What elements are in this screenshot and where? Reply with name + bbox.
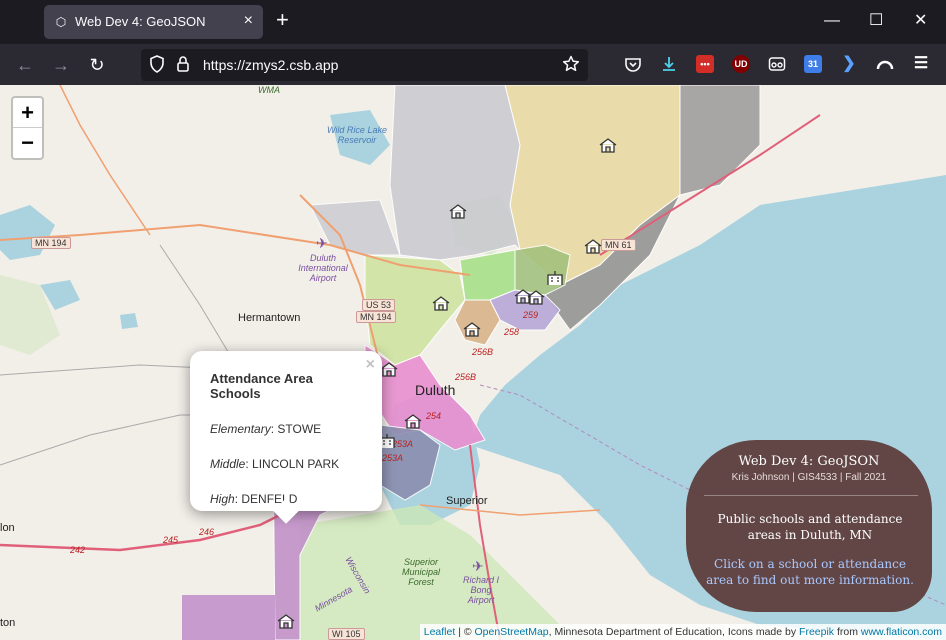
map-label-left-edge: ton xyxy=(0,617,16,629)
tab-bar: ⬡ Web Dev 4: GeoJSON × + — ☐ ✕ xyxy=(0,0,946,44)
highway-shield: WI 105 xyxy=(328,628,365,640)
popup-value: : LINCOLN PARK xyxy=(245,457,340,471)
url-bar[interactable]: https://zmys2.csb.app xyxy=(141,49,588,81)
menu-icon[interactable]: ☰ xyxy=(912,55,930,73)
reload-button[interactable]: ↻ xyxy=(85,53,109,77)
pocket-icon[interactable] xyxy=(624,55,642,73)
school-marker-icon[interactable] xyxy=(404,413,422,429)
zoom-out-button[interactable]: − xyxy=(13,128,42,158)
small-lake xyxy=(0,205,55,260)
highway-shield: MN 194 xyxy=(356,311,396,323)
airport-icon: ✈ xyxy=(316,235,328,251)
openstreetmap-link[interactable]: OpenStreetMap xyxy=(475,626,549,638)
extension-ublock-icon[interactable]: UD xyxy=(732,55,750,73)
map-label-wma: WMA xyxy=(258,85,280,95)
freepik-link[interactable]: Freepik xyxy=(799,626,834,638)
extension-lastpass-icon[interactable]: ••• xyxy=(696,55,714,73)
back-button[interactable]: ← xyxy=(13,53,37,77)
map-label-superior-forest: Superior Municipal Forest xyxy=(401,557,441,587)
info-instructions: Click on a school or attendance area to … xyxy=(706,557,914,587)
road xyxy=(159,244,231,356)
flaticon-link[interactable]: www.flaticon.com xyxy=(861,626,942,638)
road-label: 254 xyxy=(426,411,442,421)
highway-shield: MN 194 xyxy=(31,237,71,249)
road-label: 242 xyxy=(70,545,86,555)
road-label: 256B xyxy=(455,372,477,382)
road-label: 246 xyxy=(199,527,215,537)
map-label-hermantown: Hermantown xyxy=(238,312,301,324)
map-label-left-edge: lon xyxy=(0,522,15,534)
arrow-extension-icon[interactable]: ❯ xyxy=(840,55,858,73)
maximize-button[interactable]: ☐ xyxy=(869,12,883,30)
school-marker-icon[interactable] xyxy=(277,613,295,629)
browser-tab[interactable]: ⬡ Web Dev 4: GeoJSON × xyxy=(44,5,263,39)
road-label: 259 xyxy=(523,310,539,320)
airport-icon: ✈ xyxy=(472,558,484,574)
map-label-duluth: Duluth xyxy=(415,382,456,398)
popup-row-middle: Middle: LINCOLN PARK xyxy=(210,457,362,471)
school-marker-icon[interactable] xyxy=(599,137,617,153)
attribution-text: | © xyxy=(455,626,475,638)
close-window-button[interactable]: ✕ xyxy=(914,12,927,30)
school-marker-icon[interactable] xyxy=(546,270,564,286)
attendance-area-gray xyxy=(389,85,521,261)
popup-title: Attendance Area Schools xyxy=(210,371,313,401)
school-marker-icon[interactable] xyxy=(463,321,481,337)
account-icon[interactable] xyxy=(876,55,894,73)
small-lake xyxy=(120,313,138,329)
extension-glasses-icon[interactable] xyxy=(768,55,786,73)
tab-close-button[interactable]: × xyxy=(244,12,253,30)
attendance-area-mauve xyxy=(182,595,275,640)
popup-close-button[interactable]: × xyxy=(366,356,375,374)
road xyxy=(59,85,151,236)
forest-area xyxy=(300,505,600,640)
shield-icon[interactable] xyxy=(147,55,167,75)
info-subtitle: Kris Johnson | GIS4533 | Fall 2021 xyxy=(731,472,887,483)
popup-key: High xyxy=(210,492,235,506)
download-icon[interactable] xyxy=(660,55,678,73)
school-marker-icon[interactable] xyxy=(527,289,545,305)
attendance-popup: × Attendance Area Schools Elementary: ST… xyxy=(190,351,382,524)
leaflet-link[interactable]: Leaflet xyxy=(424,626,456,638)
map-label-duluth-airport: Duluth International Airport xyxy=(298,253,348,283)
road-label: 256B xyxy=(472,347,494,357)
school-marker-icon[interactable] xyxy=(432,295,450,311)
calendar-icon[interactable]: 31 xyxy=(804,55,822,73)
school-marker-icon[interactable] xyxy=(380,361,398,377)
popup-row-elementary: Elementary: STOWE xyxy=(210,422,362,436)
lock-icon[interactable] xyxy=(173,55,193,75)
zoom-in-button[interactable]: + xyxy=(13,98,42,128)
road-label: 253A xyxy=(382,453,404,463)
attribution-text: from xyxy=(834,626,861,638)
zoom-control: + − xyxy=(11,96,44,160)
tab-title: Web Dev 4: GeoJSON xyxy=(75,14,206,29)
url-text: https://zmys2.csb.app xyxy=(203,57,339,73)
map-label-superior: Superior xyxy=(446,495,488,507)
road-label: 245 xyxy=(163,535,179,545)
school-marker-icon[interactable] xyxy=(449,203,467,219)
leaflet-map[interactable]: WMA Wild Rice Lake Reservoir Duluth Inte… xyxy=(0,85,946,640)
road-label: 258 xyxy=(504,327,520,337)
info-divider xyxy=(704,495,918,496)
popup-value: : STOWE xyxy=(270,422,322,436)
school-marker-icon[interactable] xyxy=(584,238,602,254)
forward-button[interactable]: → xyxy=(49,53,73,77)
highway-shield: MN 61 xyxy=(601,239,636,251)
info-panel: Web Dev 4: GeoJSON Kris Johnson | GIS453… xyxy=(686,440,932,612)
info-title: Web Dev 4: GeoJSON xyxy=(738,454,880,469)
attribution-text: , Minnesota Department of Education, Ico… xyxy=(548,626,800,638)
popup-key: Elementary xyxy=(210,422,271,436)
minimize-button[interactable]: — xyxy=(824,12,840,30)
map-attribution: Leaflet | © OpenStreetMap, Minnesota Dep… xyxy=(419,624,946,640)
navigation-bar: ← → ↻ https://zmys2.csb.app ••• UD 31 ❯ … xyxy=(0,44,946,85)
star-icon[interactable] xyxy=(561,55,581,75)
info-description: Public schools and attendance areas in D… xyxy=(717,512,903,542)
popup-key: Middle xyxy=(210,457,246,471)
attendance-area-dark-gray xyxy=(679,85,761,196)
cube-icon: ⬡ xyxy=(55,15,67,29)
new-tab-button[interactable]: + xyxy=(276,9,289,31)
map-label-reservoir: Wild Rice Lake Reservoir xyxy=(327,125,387,145)
map-label-bong-airport: Richard I Bong Airport xyxy=(462,575,499,605)
highway-shield: US 53 xyxy=(362,299,396,311)
